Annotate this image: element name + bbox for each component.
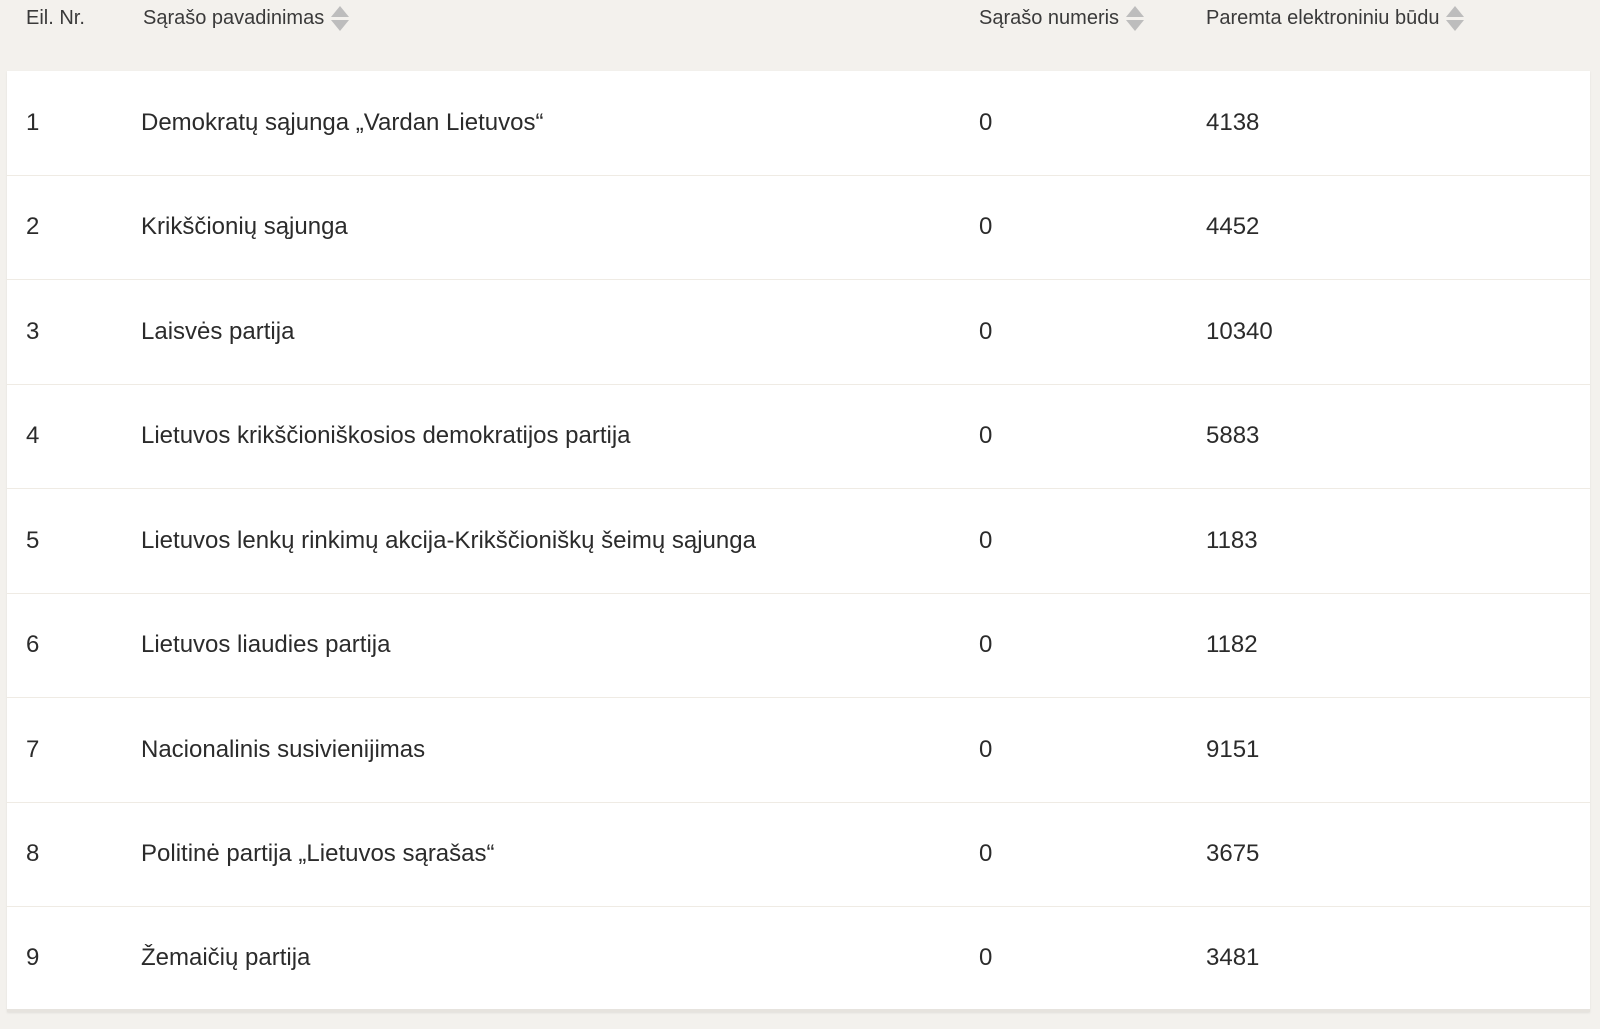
column-header-electronic-label: Paremta elektroniniu būdu [1206,6,1440,29]
row-nr: 6 [26,631,40,659]
row-number: 0 [979,735,993,763]
row-name: Politinė partija „Lietuvos sąrašas“ [141,840,495,868]
row-name: Nacionalinis susivienijimas [141,735,426,763]
row-number: 0 [979,422,993,450]
row-nr: 5 [26,526,40,554]
row-number: 0 [979,213,993,241]
row-name: Lietuvos lenkų rinkimų akcija-Krikščioni… [141,526,756,554]
page: Eil. Nr. Sąrašo pavadinimas Sąrašo numer… [0,0,1600,1029]
row-name: Krikščionių sąjunga [141,213,348,241]
column-header-nr-label: Eil. Nr. [26,6,85,29]
row-name: Lietuvos krikščioniškosios demokratijos … [141,422,631,450]
table-row: 6 Lietuvos liaudies partija 0 1182 [7,594,1590,698]
table-row: 1 Demokratų sąjunga „Vardan Lietuvos“ 0 … [7,71,1590,176]
row-nr: 3 [26,317,40,345]
row-electronic: 9151 [1206,735,1260,763]
row-name: Laisvės partija [141,317,295,345]
table-row: 5 Lietuvos lenkų rinkimų akcija-Krikščio… [7,489,1590,594]
table-body: 1 Demokratų sąjunga „Vardan Lietuvos“ 0 … [7,71,1590,1012]
row-nr: 8 [26,840,40,868]
column-header-name-label: Sąrašo pavadinimas [143,6,325,29]
row-number: 0 [979,631,993,659]
table-row: 7 Nacionalinis susivienijimas 0 9151 [7,698,1590,803]
column-header-nr: Eil. Nr. [26,4,85,32]
sort-icon[interactable] [1443,4,1465,32]
row-number: 0 [979,526,993,554]
row-name: Lietuvos liaudies partija [141,631,391,659]
column-header-number[interactable]: Sąrašo numeris [979,4,1145,32]
row-nr: 4 [26,422,40,450]
row-nr: 7 [26,735,40,763]
row-number: 0 [979,317,993,345]
table-row: 2 Krikščionių sąjunga 0 4452 [7,176,1590,280]
table-row: 4 Lietuvos krikščioniškosios demokratijo… [7,385,1590,489]
table-row: 3 Laisvės partija 0 10340 [7,280,1590,385]
row-electronic: 4138 [1206,108,1260,136]
table-row: 8 Politinė partija „Lietuvos sąrašas“ 0 … [7,803,1590,907]
row-name: Žemaičių partija [141,943,311,971]
column-header-electronic[interactable]: Paremta elektroniniu būdu [1206,4,1465,32]
row-number: 0 [979,840,993,868]
row-nr: 9 [26,943,40,971]
row-electronic: 1182 [1206,631,1258,659]
column-header-number-label: Sąrašo numeris [979,6,1120,29]
row-electronic: 5883 [1206,422,1260,450]
column-header-name[interactable]: Sąrašo pavadinimas [143,4,350,32]
row-electronic: 3675 [1206,840,1260,868]
row-nr: 2 [26,213,40,241]
row-electronic: 4452 [1206,213,1260,241]
row-number: 0 [979,108,993,136]
row-nr: 1 [26,108,40,136]
table-header: Eil. Nr. Sąrašo pavadinimas Sąrašo numer… [0,0,1600,72]
sort-icon[interactable] [328,4,350,32]
row-electronic: 10340 [1206,317,1273,345]
row-name: Demokratų sąjunga „Vardan Lietuvos“ [141,108,544,136]
sort-icon[interactable] [1123,4,1145,32]
row-electronic: 1183 [1206,526,1258,554]
row-number: 0 [979,943,993,971]
row-electronic: 3481 [1206,943,1260,971]
table-row: 9 Žemaičių partija 0 3481 [7,907,1590,1012]
